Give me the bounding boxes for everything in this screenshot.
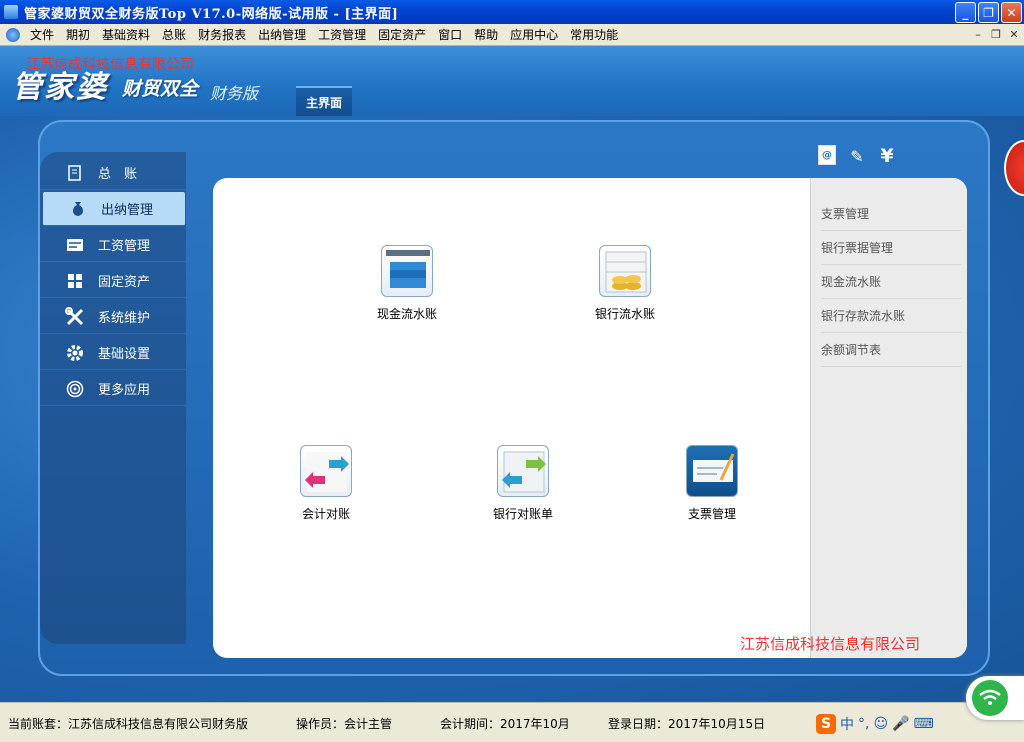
- bank-journal-button[interactable]: 银行流水账: [575, 245, 675, 322]
- mdi-close-button[interactable]: ✕: [1006, 27, 1022, 41]
- money-bag-icon: [65, 199, 91, 219]
- brand-edition: 财务版: [210, 84, 259, 103]
- sidebar-item-more-apps[interactable]: 更多应用: [40, 372, 186, 406]
- close-button[interactable]: ✕: [1001, 2, 1022, 23]
- sidebar-item-label: 基础设置: [98, 347, 151, 362]
- target-icon: [62, 379, 88, 399]
- tab-main-interface[interactable]: 主界面: [296, 86, 352, 116]
- microphone-icon[interactable]: 🎤: [892, 716, 909, 732]
- menu-file[interactable]: 文件: [24, 26, 60, 43]
- title-bar: 管家婆财贸双全财务版Top V17.0-网络版-试用版 - [主界面] _ ❐ …: [0, 0, 1024, 24]
- quick-link-bank-bills[interactable]: 银行票据管理: [821, 231, 961, 265]
- account-reconcile-icon: [300, 445, 352, 497]
- salary-card-icon: [62, 235, 88, 255]
- sidebar-item-label: 固定资产: [98, 275, 151, 290]
- restore-button[interactable]: ❐: [978, 2, 999, 23]
- menu-fixed-assets[interactable]: 固定资产: [372, 26, 432, 43]
- app-icon: [4, 5, 18, 19]
- sidebar-item-system-maintenance[interactable]: 系统维护: [40, 300, 186, 334]
- menu-app-center[interactable]: 应用中心: [504, 26, 564, 43]
- window-title: 管家婆财贸双全财务版Top V17.0-网络版-试用版 - [主界面]: [24, 6, 399, 22]
- app-banner: 江苏信成科技信息有限公司 管家婆 财贸双全 财务版 主界面: [0, 46, 1024, 116]
- menu-window[interactable]: 窗口: [432, 26, 468, 43]
- emoji-icon[interactable]: ☺: [873, 716, 888, 732]
- menu-help[interactable]: 帮助: [468, 26, 504, 43]
- mdi-minimize-button[interactable]: –: [970, 27, 986, 41]
- ime-toolbar[interactable]: S 中 °, ☺ 🎤 ⌨: [816, 714, 934, 734]
- sidebar-item-cashier[interactable]: 出纳管理: [43, 192, 185, 226]
- menu-opening[interactable]: 期初: [60, 26, 96, 43]
- sidebar: 总 账 出纳管理 工资管理 固定资产 系统维护 基础设置 更多应用: [40, 152, 186, 644]
- menu-cashier[interactable]: 出纳管理: [252, 26, 312, 43]
- menu-payroll[interactable]: 工资管理: [312, 26, 372, 43]
- sidebar-item-payroll[interactable]: 工资管理: [40, 228, 186, 262]
- mdi-document-icon[interactable]: [6, 27, 20, 42]
- cash-journal-button[interactable]: 现金流水账: [357, 245, 457, 322]
- yen-icon[interactable]: ¥: [876, 145, 898, 167]
- check-management-icon: [686, 445, 738, 497]
- check-management-button[interactable]: 支票管理: [662, 445, 762, 522]
- ime-mode-indicator[interactable]: 中: [840, 714, 854, 734]
- sidebar-item-basic-settings[interactable]: 基础设置: [40, 336, 186, 370]
- network-widget[interactable]: [966, 676, 1024, 720]
- menu-common-functions[interactable]: 常用功能: [564, 26, 624, 43]
- menu-bar: 文件 期初 基础资料 总账 财务报表 出纳管理 工资管理 固定资产 窗口 帮助 …: [0, 24, 1024, 46]
- mdi-restore-button[interactable]: ❐: [988, 27, 1004, 41]
- quick-link-cash-journal[interactable]: 现金流水账: [821, 265, 961, 299]
- function-label: 现金流水账: [376, 307, 437, 321]
- mail-icon[interactable]: @: [818, 145, 836, 165]
- sidebar-item-label: 出纳管理: [101, 203, 154, 218]
- quick-link-check-management[interactable]: 支票管理: [821, 197, 961, 231]
- menu-general-ledger[interactable]: 总账: [156, 26, 192, 43]
- cash-journal-icon: [381, 245, 433, 297]
- sidebar-item-label: 系统维护: [98, 311, 151, 326]
- bank-statement-button[interactable]: 银行对账单: [473, 445, 573, 522]
- minimize-button[interactable]: _: [955, 2, 976, 23]
- quick-link-bank-deposit-journal[interactable]: 银行存款流水账: [821, 299, 961, 333]
- wifi-icon: [972, 680, 1008, 716]
- function-label: 银行流水账: [594, 307, 655, 321]
- tools-icon: [62, 306, 88, 327]
- status-operator: 操作员：会计主管: [296, 717, 393, 731]
- grid-icon: [62, 271, 88, 291]
- menu-financial-reports[interactable]: 财务报表: [192, 26, 252, 43]
- keyboard-icon[interactable]: ⌨: [914, 716, 934, 732]
- function-label: 会计对账: [301, 507, 350, 521]
- menu-basic-data[interactable]: 基础资料: [96, 26, 156, 43]
- company-footer-text: 江苏信成科技信息有限公司: [740, 635, 921, 653]
- bank-journal-icon: [599, 245, 651, 297]
- status-account-set: 当前账套：江苏信成科技信息有限公司财务版: [8, 717, 249, 731]
- gear-icon: [62, 343, 88, 363]
- brand-logo: 管家婆: [12, 70, 108, 105]
- sidebar-item-general-ledger[interactable]: 总 账: [40, 156, 186, 190]
- status-login-date: 登录日期：2017年10月15日: [608, 717, 766, 731]
- sidebar-item-label: 更多应用: [98, 383, 151, 398]
- sidebar-item-label: 总 账: [98, 167, 138, 182]
- bank-statement-icon: [497, 445, 549, 497]
- edit-pencil-icon[interactable]: ✎: [846, 145, 868, 167]
- brand-product: 财贸双全: [122, 78, 199, 100]
- function-label: 支票管理: [687, 507, 736, 521]
- ledger-icon: [62, 163, 88, 183]
- function-label: 银行对账单: [492, 507, 553, 521]
- sidebar-item-label: 工资管理: [98, 239, 151, 254]
- punctuation-icon[interactable]: °,: [858, 716, 869, 732]
- quick-links-panel: 支票管理 银行票据管理 现金流水账 银行存款流水账 余额调节表: [810, 178, 967, 658]
- quick-link-balance-reconciliation[interactable]: 余额调节表: [821, 333, 961, 367]
- sidebar-item-fixed-assets[interactable]: 固定资产: [40, 264, 186, 298]
- account-reconcile-button[interactable]: 会计对账: [276, 445, 376, 522]
- status-period: 会计期间：2017年10月: [440, 717, 570, 731]
- sogou-ime-icon[interactable]: S: [816, 714, 836, 734]
